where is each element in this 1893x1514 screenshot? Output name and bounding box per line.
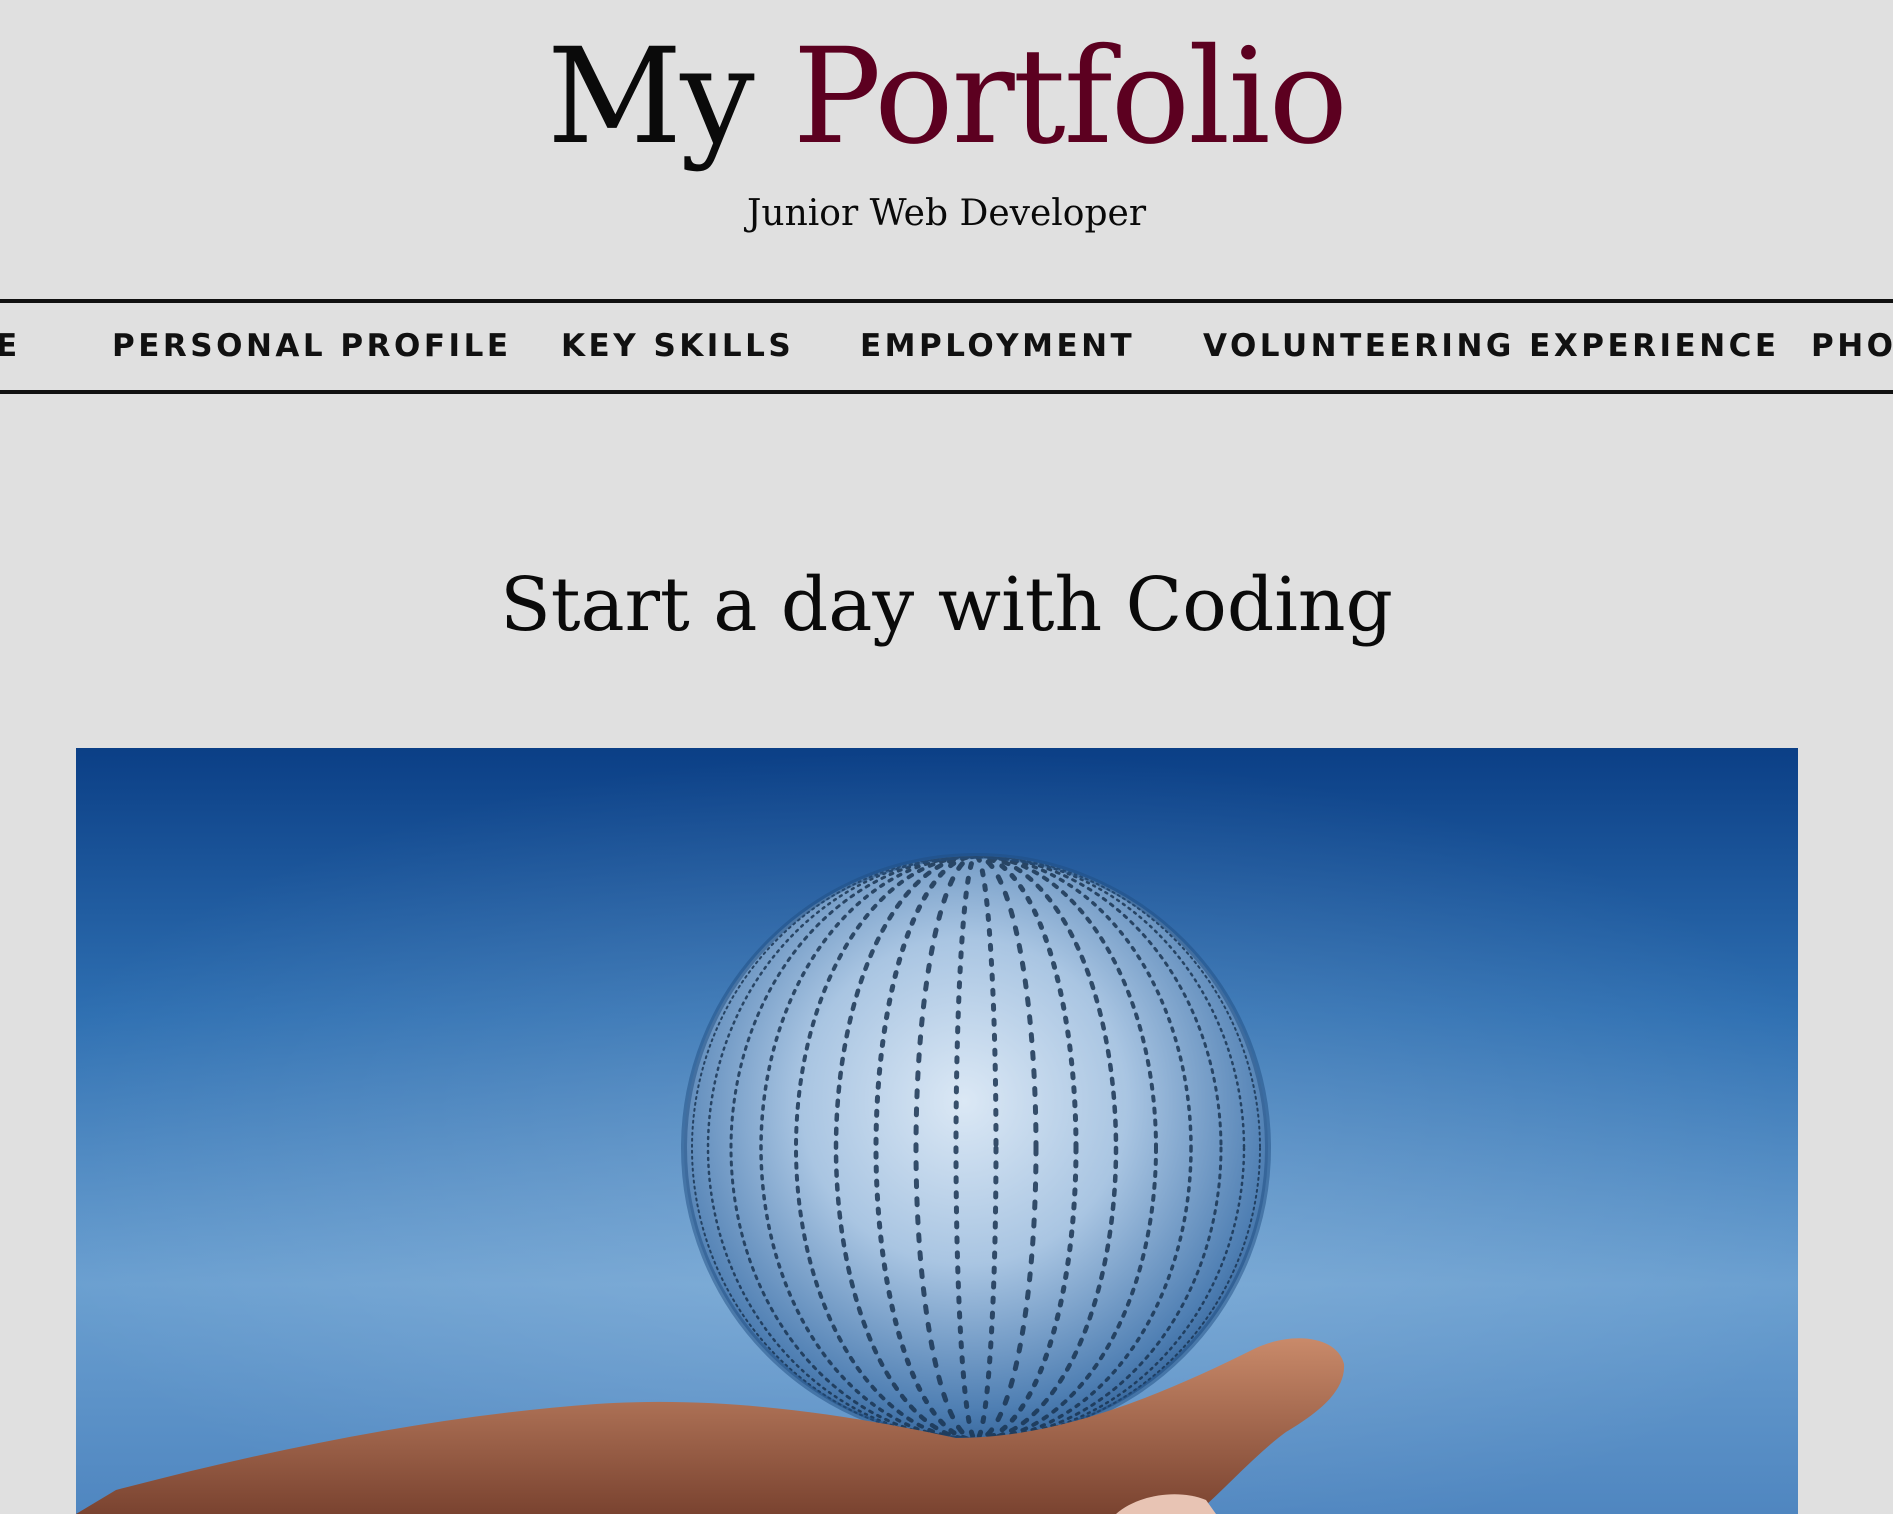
binary-globe-on-hand-image — [76, 748, 1798, 1514]
site-title: My Portfolio — [0, 22, 1893, 172]
nav-item-personal-profile[interactable]: PERSONAL PROFILE — [112, 303, 512, 390]
nav-item-volunteering-experience[interactable]: VOLUNTEERING EXPERIENCE — [1203, 303, 1780, 390]
nav-item-employment[interactable]: EMPLOYMENT — [860, 303, 1135, 390]
nav-item-photos[interactable]: PHOT — [1811, 303, 1893, 390]
section-title: Start a day with Coding — [500, 562, 1393, 648]
site-title-part2: Portfolio — [792, 20, 1348, 174]
site-subtitle: Junior Web Developer — [746, 193, 1147, 234]
hero-image — [76, 748, 1798, 1514]
nav-item-home[interactable]: E — [0, 303, 21, 390]
nav-item-key-skills[interactable]: KEY SKILLS — [561, 303, 794, 390]
main-nav: E PERSONAL PROFILE KEY SKILLS EMPLOYMENT… — [0, 299, 1893, 394]
site-title-part1: My — [546, 20, 755, 174]
